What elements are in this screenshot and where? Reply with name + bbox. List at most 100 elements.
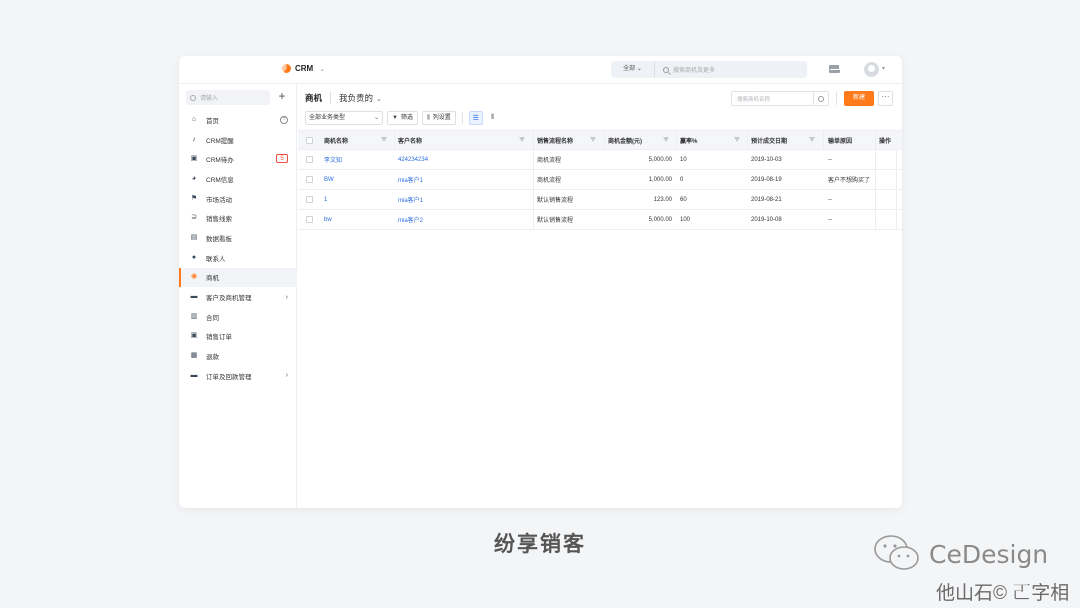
sidebar-item-sales-order[interactable]: ▣ 销售订单	[179, 327, 297, 347]
dashboard-icon: ▤	[190, 233, 198, 241]
column-header[interactable]: 输单原因	[828, 131, 852, 149]
search-scope-select[interactable]: 全部 ⌄	[611, 61, 655, 78]
loss-reason-cell: --	[828, 216, 832, 223]
row-checkbox[interactable]	[306, 210, 313, 229]
sidebar-item-opportunity[interactable]: ◉ 商机	[179, 267, 297, 288]
add-icon[interactable]: +	[275, 90, 289, 104]
filter-icon[interactable]	[590, 137, 596, 142]
row-checkbox[interactable]	[306, 190, 313, 209]
sidebar-item-home[interactable]: ⌂ 首页 ?	[179, 110, 297, 130]
chevron-down-icon: ⌄	[373, 115, 379, 121]
sidebar-item-contract[interactable]: ▥ 合同	[179, 307, 297, 327]
row-checkbox[interactable]	[306, 170, 313, 189]
column-header[interactable]: 商机名称	[324, 131, 348, 149]
chevron-down-icon: ⌄	[376, 96, 382, 103]
sidebar-item-crm-reminder[interactable]: ♪ CRM提醒	[179, 130, 297, 150]
filter-icon[interactable]	[809, 137, 815, 142]
sidebar-item-dashboard[interactable]: ▤ 数据看板	[179, 228, 297, 248]
customer-name-link[interactable]: mia客户2	[398, 210, 423, 229]
sidebar-item-refund[interactable]: ▦ 退款	[179, 346, 297, 366]
todo-count-badge: 5	[276, 154, 288, 164]
mail-icon[interactable]	[829, 65, 840, 73]
sales-process-cell: 默认销售流程	[537, 218, 574, 224]
table-row[interactable]: 李文知 424234234 商机流程 5,000.00 10 2019-10-0…	[298, 150, 902, 170]
watermark-title: CeDesign	[929, 540, 1049, 569]
loss-reason-cell: --	[828, 156, 832, 163]
sidebar-item-marketing[interactable]: ⚑ 市场活动	[179, 189, 297, 209]
avatar[interactable]	[864, 62, 879, 77]
flag-icon: ⚑	[190, 194, 198, 202]
table-header: 商机名称 客户名称 销售流程名称 商机金额(元) 赢率% 预计成交日期 输单原因	[298, 130, 902, 150]
app-switcher[interactable]: CRM ⌄	[282, 64, 325, 73]
filter-button[interactable]: ▼ 筛选	[387, 111, 418, 125]
more-button[interactable]: ···	[878, 91, 893, 106]
opportunity-name-link[interactable]: 1	[324, 190, 327, 209]
order-icon: ▣	[190, 332, 198, 340]
filter-icon[interactable]	[381, 137, 387, 142]
search-icon	[818, 95, 824, 102]
table-row[interactable]: BW mia客户1 商机流程 1,000.00 0 2019-08-19 客户不…	[298, 170, 902, 190]
customer-name-link[interactable]: 424234234	[398, 150, 428, 169]
sidebar-item-contacts[interactable]: ● 联系人	[179, 248, 297, 268]
bell-icon: ♪	[192, 135, 196, 143]
opportunity-name-link[interactable]: bw	[324, 210, 332, 229]
scope-dropdown[interactable]: 我负责的 ⌄	[339, 92, 382, 104]
table-row[interactable]: bw mia客户2 默认销售流程 5,000.00 100 2019-10-08…	[298, 210, 902, 230]
target-icon: ◉	[190, 273, 198, 281]
list-view-icon[interactable]: ☰	[468, 111, 483, 125]
help-icon[interactable]: ?	[280, 116, 288, 124]
opportunity-name-link[interactable]: BW	[324, 170, 334, 189]
customer-name-link[interactable]: mia客户1	[398, 170, 423, 189]
sidebar-search-input[interactable]: 请输入	[186, 90, 270, 105]
page-title: 商机	[305, 92, 332, 104]
search-button[interactable]	[813, 92, 828, 105]
customer-name-link[interactable]: mia客户1	[398, 190, 423, 209]
filter-icon[interactable]	[519, 137, 525, 142]
select-all-checkbox[interactable]	[306, 131, 313, 149]
column-settings-button[interactable]: ⫼ 列设置	[421, 111, 456, 125]
sidebar-item-crm-info[interactable]: ◕ CRM信息	[179, 169, 297, 189]
sidebar-item-order-payment[interactable]: ▬ 订单及回款管理 ›	[179, 366, 297, 386]
amount-cell: 123.00	[653, 196, 672, 203]
home-icon: ⌂	[191, 115, 197, 123]
amount-cell: 5,000.00	[648, 216, 672, 223]
search-icon	[190, 94, 196, 101]
board-view-icon[interactable]: ⫴	[486, 111, 500, 125]
opportunity-search-input[interactable]: 搜索商机名称	[731, 91, 829, 106]
column-header[interactable]: 销售流程名称	[537, 131, 573, 149]
crm-window: CRM ⌄ 全部 ⌄ 搜索商机及更多 ▾ 请输入 + ⌂ 首页 ? ♪ CRM提…	[179, 56, 902, 508]
filter-toolbar: 全部业务类型 ⌄ ▼ 筛选 ⫼ 列设置 ☰ ⫴	[305, 111, 500, 125]
table-row[interactable]: 1 mia客户1 默认销售流程 123.00 60 2019-08-21 --	[298, 190, 902, 210]
filter-icon[interactable]	[734, 137, 740, 142]
column-header[interactable]: 赢率%	[680, 131, 697, 149]
chevron-down-icon[interactable]: ▾	[882, 65, 885, 72]
new-button[interactable]: 新建	[844, 91, 874, 106]
chevron-right-icon: ›	[285, 372, 288, 380]
todo-icon: ▣	[190, 155, 198, 163]
search-icon	[663, 66, 669, 73]
expected-date-cell: 2019-10-03	[751, 156, 782, 163]
row-checkbox[interactable]	[306, 150, 313, 169]
columns-icon: ⫼	[426, 115, 430, 121]
column-header: 操作	[879, 138, 892, 145]
sidebar-item-crm-todo[interactable]: ▣ CRM待办 5	[179, 149, 297, 169]
filter-icon[interactable]	[663, 137, 669, 142]
watermark-subtitle: 他山石© 𠀀字相	[936, 583, 1070, 604]
funnel-icon: ▼	[392, 115, 398, 121]
column-header[interactable]: 客户名称	[398, 131, 422, 149]
leads-icon: ⊇	[191, 214, 197, 222]
global-search-input[interactable]: 搜索商机及更多	[673, 65, 715, 74]
win-rate-cell: 0	[680, 176, 684, 183]
wechat-logo-icon	[874, 535, 919, 570]
sidebar-menu: ⌂ 首页 ? ♪ CRM提醒 ▣ CRM待办 5 ◕ CRM信息 ⚑ 市场活动	[179, 110, 297, 386]
loss-reason-cell: 客户不想购买了	[828, 178, 871, 184]
sidebar-item-customer-management[interactable]: ▬ 客户及商机管理 ›	[179, 287, 297, 307]
opportunity-name-link[interactable]: 李文知	[324, 150, 342, 169]
global-search[interactable]: 全部 ⌄ 搜索商机及更多	[611, 61, 807, 78]
contact-icon: ●	[191, 253, 197, 261]
sidebar-item-leads[interactable]: ⊇ 销售线索	[179, 208, 297, 228]
business-type-select[interactable]: 全部业务类型 ⌄	[305, 111, 383, 125]
column-header[interactable]: 预计成交日期	[751, 131, 787, 149]
column-header[interactable]: 商机金额(元)	[608, 131, 642, 149]
contract-icon: ▥	[190, 312, 198, 320]
